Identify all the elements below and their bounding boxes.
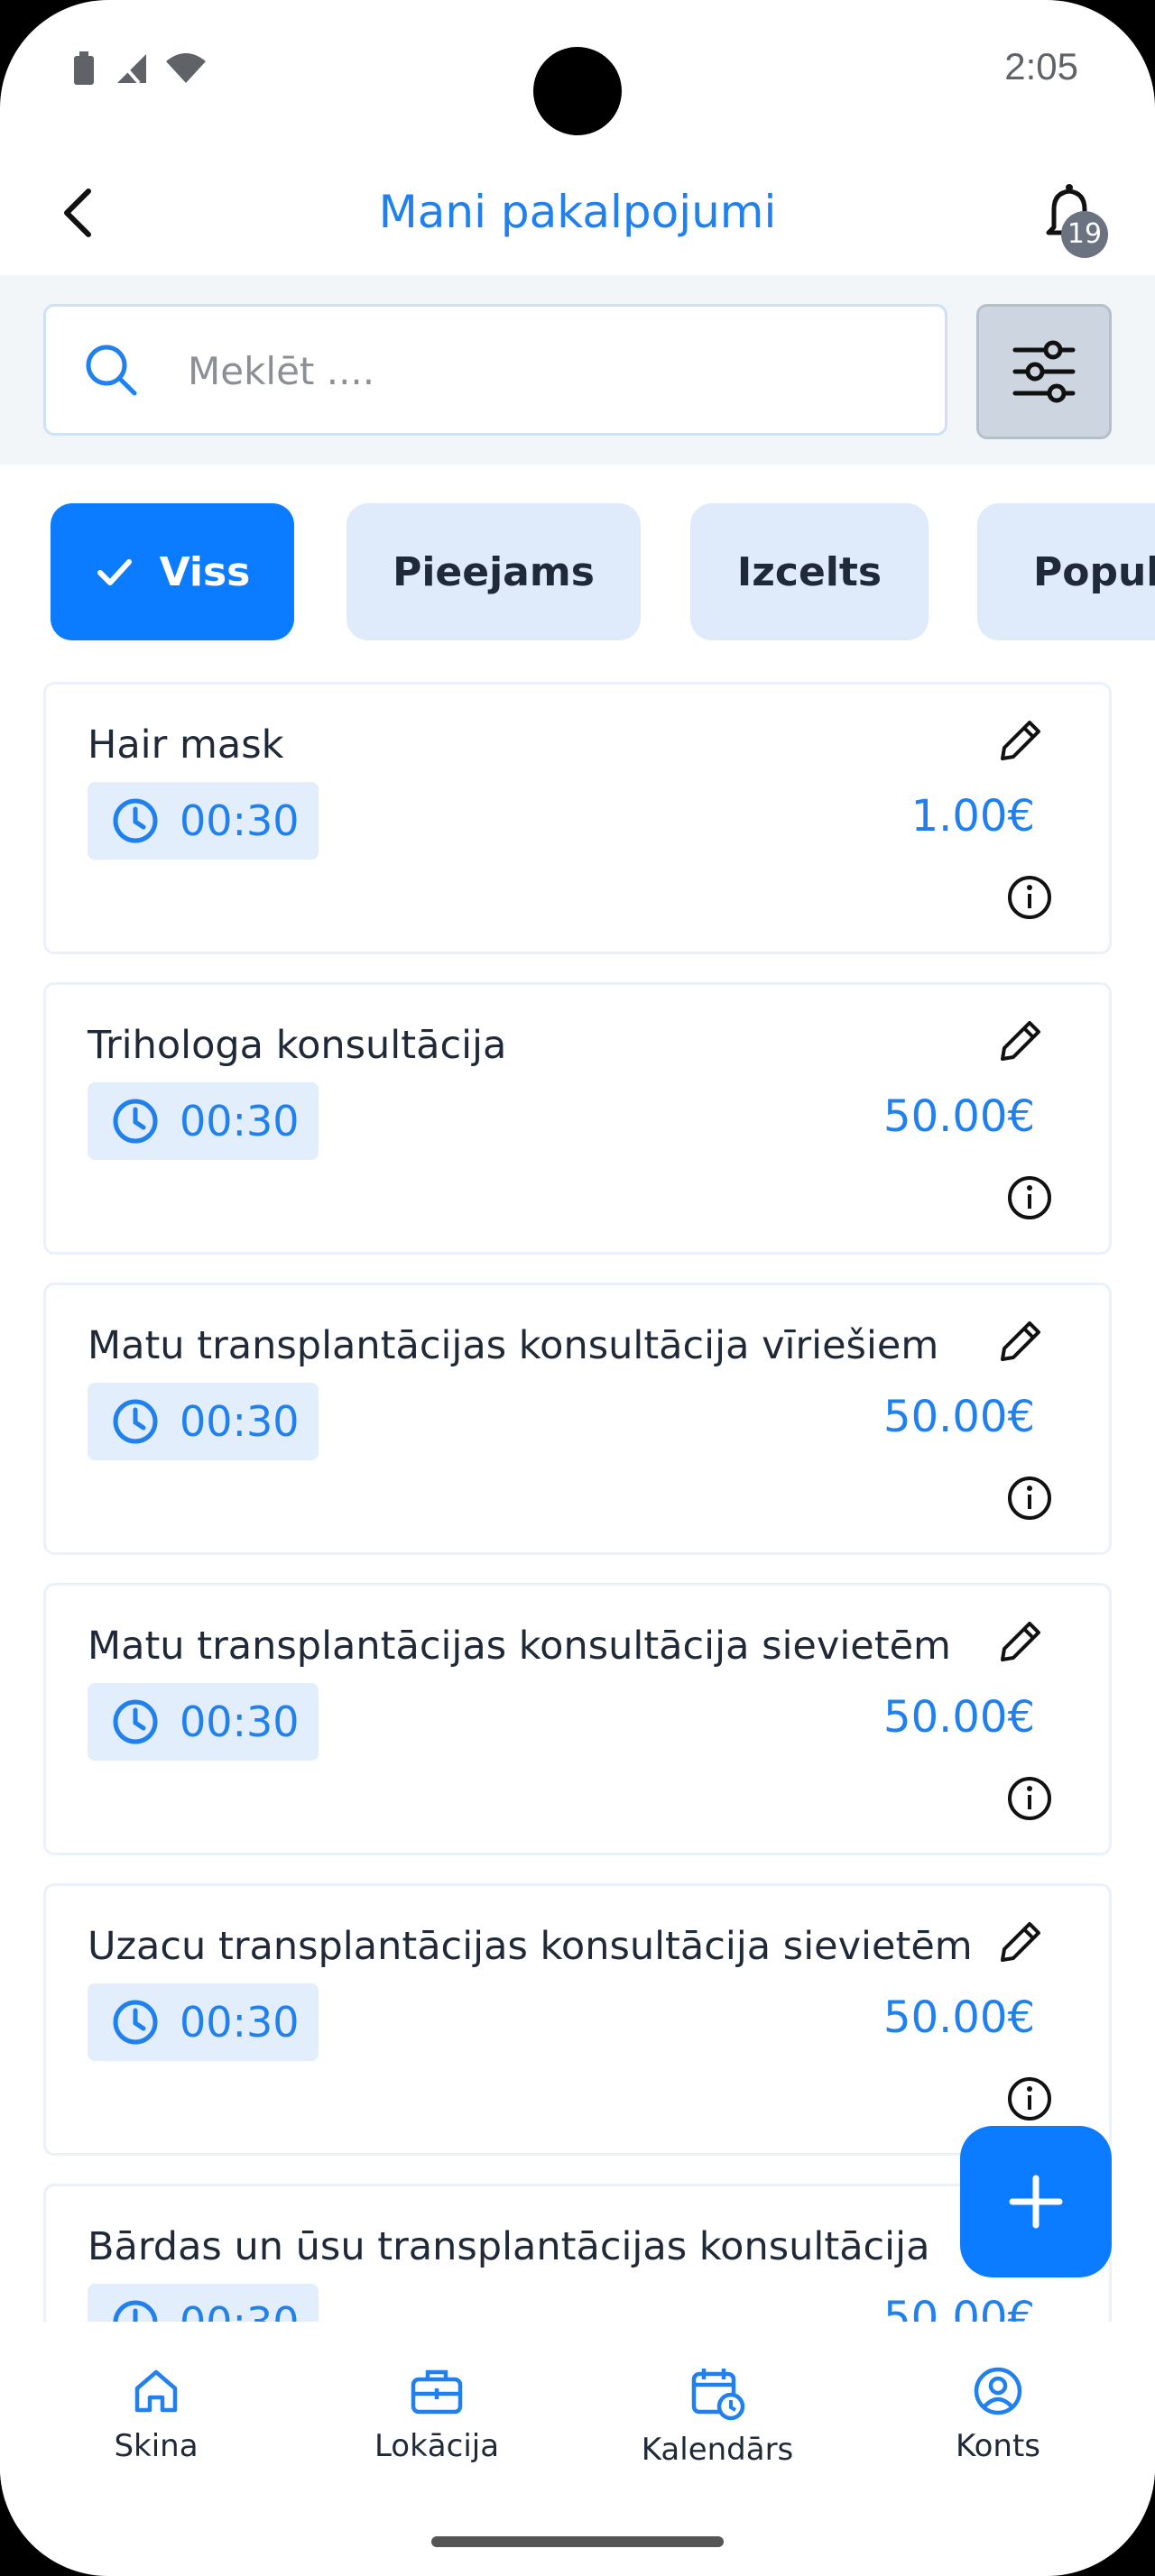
home-icon	[134, 2369, 178, 2413]
service-card[interactable]: Bārdas un ūsu transplantācijas konsultāc…	[43, 2184, 1112, 2322]
chip-label: Viss	[159, 548, 251, 595]
pencil-icon[interactable]	[995, 1917, 1046, 1967]
service-card[interactable]: Hair mask 00:30 1.00€	[43, 682, 1112, 954]
duration-text: 00:30	[180, 1397, 300, 1446]
nav-label: Konts	[956, 2428, 1040, 2464]
duration-text: 00:30	[180, 2298, 300, 2322]
services-list: Hair mask 00:30 1.00€ Trihologa konsultā…	[0, 682, 1155, 2322]
notification-badge: 19	[1061, 211, 1108, 258]
info-icon[interactable]	[1006, 1174, 1053, 1221]
nav-item-lokacija[interactable]: Lokācija	[328, 2365, 545, 2464]
duration-badge: 00:30	[88, 782, 319, 860]
service-title: Trihologa konsultācija	[88, 1023, 507, 1068]
sliders-icon	[1012, 340, 1076, 403]
service-card[interactable]: Matu transplantācijas konsultācija vīrie…	[43, 1283, 1112, 1555]
service-price: 1.00€	[910, 791, 1035, 842]
status-bar: 2:05	[0, 0, 1155, 144]
chip-viss[interactable]: Viss	[51, 503, 294, 640]
check-icon	[97, 559, 132, 585]
duration-text: 00:30	[180, 1998, 300, 2047]
page-title: Mani pakalpojumi	[378, 186, 777, 238]
nav-item-kalendars[interactable]: Kalendārs	[609, 2365, 826, 2468]
clock-icon	[113, 1699, 158, 1744]
filter-chips: Viss Pieejams Izcelts Populāri	[0, 503, 1155, 644]
clock-icon	[113, 798, 158, 843]
duration-badge: 00:30	[88, 2284, 319, 2322]
no-signal-icon	[114, 54, 146, 85]
service-price: 50.00€	[883, 2293, 1035, 2322]
user-icon	[974, 2367, 1022, 2415]
chip-pieejams[interactable]: Pieejams	[346, 503, 641, 640]
search-icon	[86, 345, 137, 396]
chip-izcelts[interactable]: Izcelts	[690, 503, 929, 640]
nav-label: Lokācija	[374, 2428, 500, 2464]
battery-icon	[74, 51, 94, 85]
duration-text: 00:30	[180, 796, 300, 845]
nav-label: Kalendārs	[641, 2432, 794, 2468]
search-box[interactable]	[43, 304, 947, 436]
bottom-navigation: Skina Lokācija Kalendārs Konts	[0, 2322, 1155, 2502]
service-title: Matu transplantācijas konsultācija sievi…	[88, 1624, 951, 1669]
service-title: Hair mask	[88, 722, 284, 768]
info-icon[interactable]	[1006, 1775, 1053, 1822]
chip-label: Izcelts	[736, 548, 882, 595]
status-icons	[72, 51, 208, 87]
add-service-button[interactable]	[960, 2126, 1112, 2277]
clock-icon	[113, 2000, 158, 2045]
pencil-icon[interactable]	[995, 1616, 1046, 1667]
duration-badge: 00:30	[88, 1383, 319, 1460]
search-input[interactable]	[186, 334, 911, 408]
wifi-icon	[166, 53, 206, 83]
plus-icon	[1009, 2175, 1063, 2229]
service-title: Matu transplantācijas konsultācija vīrie…	[88, 1323, 939, 1368]
nav-item-skina[interactable]: Skina	[48, 2365, 264, 2464]
clock-icon	[113, 1099, 158, 1144]
search-bar	[0, 275, 1155, 465]
clock-icon	[113, 1399, 158, 1444]
service-card[interactable]: Uzacu transplantācijas konsultācija siev…	[43, 1883, 1112, 2156]
chip-populari[interactable]: Populāri	[977, 503, 1155, 640]
briefcase-icon	[411, 2369, 463, 2415]
duration-badge: 00:30	[88, 1683, 319, 1761]
service-card[interactable]: Matu transplantācijas konsultācija sievi…	[43, 1583, 1112, 1855]
chip-label: Pieejams	[393, 548, 595, 595]
duration-badge: 00:30	[88, 1983, 319, 2061]
duration-badge: 00:30	[88, 1082, 319, 1160]
status-time: 2:05	[1004, 45, 1078, 87]
info-icon[interactable]	[1006, 874, 1053, 921]
service-title: Bārdas un ūsu transplantācijas konsultāc…	[88, 2224, 930, 2269]
info-icon[interactable]	[1006, 1475, 1053, 1522]
service-price: 50.00€	[883, 1091, 1035, 1142]
info-icon[interactable]	[1006, 2075, 1053, 2122]
service-price: 50.00€	[883, 1392, 1035, 1442]
service-card[interactable]: Trihologa konsultācija 00:30 50.00€	[43, 982, 1112, 1255]
home-indicator	[431, 2536, 724, 2547]
duration-text: 00:30	[180, 1097, 300, 1145]
app-bar: Mani pakalpojumi 19	[0, 144, 1155, 275]
filter-button[interactable]	[976, 304, 1112, 439]
pencil-icon[interactable]	[995, 1016, 1046, 1066]
clock-icon	[113, 2300, 158, 2322]
service-price: 50.00€	[883, 1992, 1035, 2043]
camera-cutout	[533, 47, 622, 135]
phone-screen: 2:05 Mani pakalpojumi 19 Meklēt .... Vis…	[0, 0, 1155, 2576]
service-title: Uzacu transplantācijas konsultācija siev…	[88, 1924, 973, 1969]
pencil-icon[interactable]	[995, 1316, 1046, 1366]
duration-text: 00:30	[180, 1697, 300, 1746]
nav-item-konts[interactable]: Konts	[890, 2365, 1106, 2464]
chip-label: Populāri	[1033, 548, 1155, 595]
nav-label: Skina	[114, 2428, 199, 2464]
calendar-icon	[691, 2369, 745, 2421]
service-price: 50.00€	[883, 1692, 1035, 1743]
pencil-icon[interactable]	[995, 715, 1046, 766]
